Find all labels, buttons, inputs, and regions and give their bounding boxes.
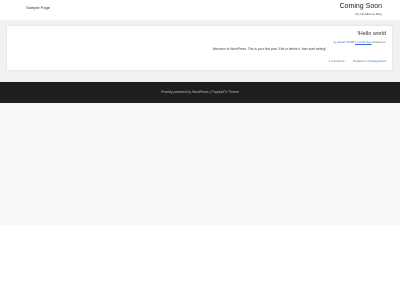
nav-item-sample-page[interactable]: Sample Page [26,5,50,10]
post-meta: by admin-7f20ff 1 month ago Posted on [333,40,386,44]
footer-credits: Proudly powered by WordPress | PopularFX… [161,90,239,94]
post-card: !Hello world by admin-7f20ff 1 month ago… [7,26,392,70]
post-excerpt: Welcome to WordPress. This is your first… [212,47,326,51]
category-link[interactable]: Uncategorized [367,59,386,63]
site-header: Sample Page Coming Soon My WordPress Blo… [0,0,400,20]
post-footer: 1 Comment Posted in Uncategorized [329,59,386,63]
site-footer: Proudly powered by WordPress | PopularFX… [0,82,400,103]
comments-link[interactable]: 1 Comment [329,59,345,63]
site-description: My WordPress Blog [355,12,382,16]
page-background [0,103,400,225]
post-title[interactable]: !Hello world [357,31,386,37]
author-link[interactable]: admin-7f20ff [337,40,354,44]
post-timestamp[interactable]: 1 month ago [355,40,372,44]
posted-on-label: Posted on [372,40,386,44]
posted-in-label: Posted in [353,59,366,63]
site-title[interactable]: Coming Soon [340,3,382,10]
